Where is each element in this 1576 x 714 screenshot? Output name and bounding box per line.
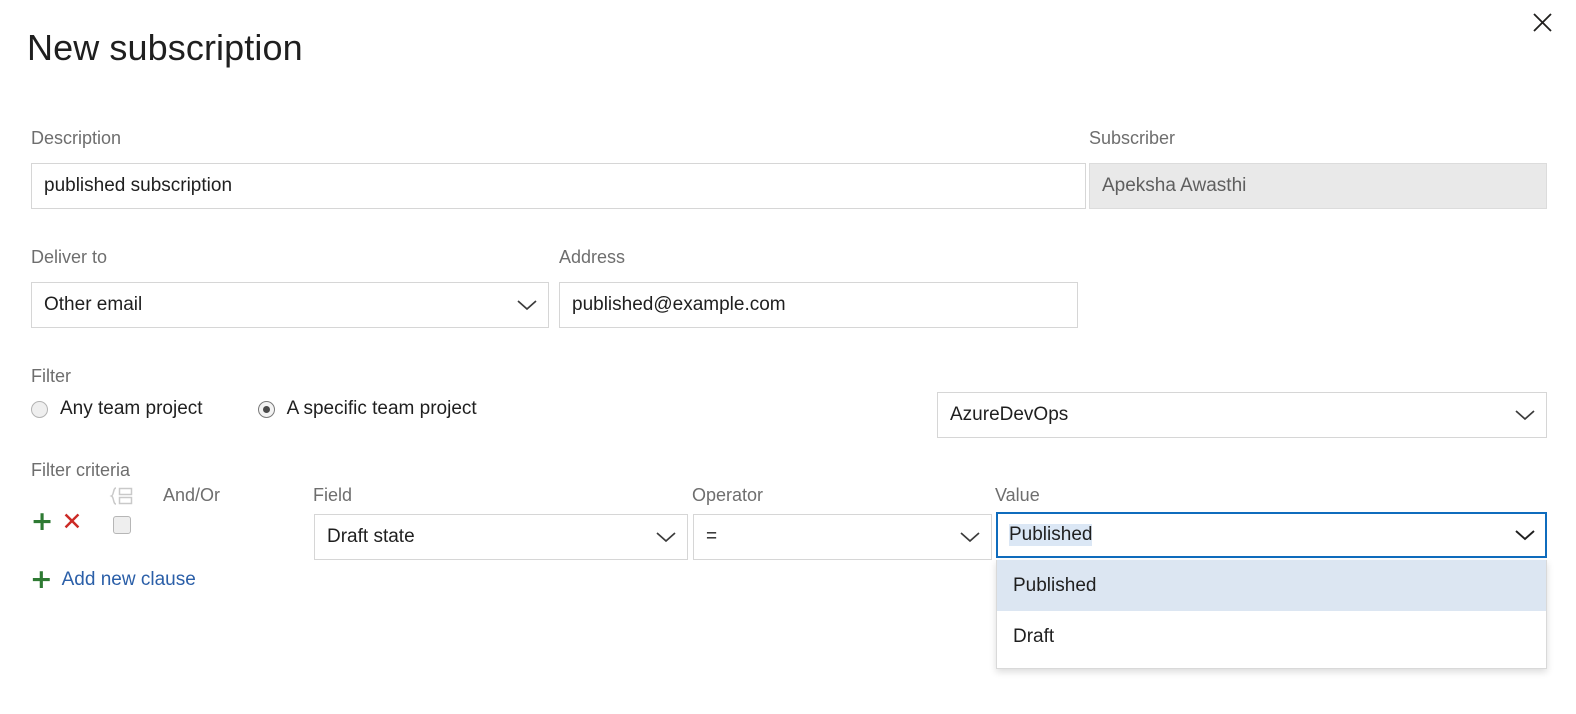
value-dropdown-list: Published Draft	[996, 560, 1547, 669]
subscriber-input: Apeksha Awasthi	[1089, 163, 1547, 209]
value-option-draft[interactable]: Draft	[997, 611, 1546, 662]
add-new-clause-label: Add new clause	[62, 569, 196, 591]
chevron-down-icon	[959, 530, 981, 544]
delete-x-icon: ✕	[62, 509, 83, 534]
radio-unchecked-icon	[31, 401, 48, 418]
address-input[interactable]: published@example.com	[559, 282, 1078, 328]
team-project-value: AzureDevOps	[950, 404, 1068, 426]
filter-label: Filter	[31, 365, 71, 387]
filter-scope-radio-group: Any team project A specific team project	[31, 398, 477, 420]
field-select[interactable]: Draft state	[314, 514, 688, 560]
page-title: New subscription	[27, 28, 303, 68]
description-label: Description	[31, 127, 121, 149]
radio-specific-team-project[interactable]: A specific team project	[258, 398, 477, 420]
chevron-down-icon	[1514, 528, 1536, 542]
deliver-to-select[interactable]: Other email	[31, 282, 549, 328]
deliver-to-value: Other email	[44, 294, 142, 316]
team-project-select[interactable]: AzureDevOps	[937, 392, 1547, 438]
description-input[interactable]: published subscription	[31, 163, 1086, 209]
column-header-field: Field	[313, 485, 352, 506]
value-select-value: Published	[1009, 524, 1092, 546]
radio-any-team-project-label: Any team project	[60, 398, 203, 420]
column-header-operator: Operator	[692, 485, 763, 506]
column-header-value: Value	[995, 485, 1040, 506]
group-clauses-icon[interactable]	[108, 486, 134, 511]
radio-checked-icon	[258, 401, 275, 418]
chevron-down-icon	[1514, 408, 1536, 422]
clause-select-checkbox[interactable]	[113, 516, 131, 534]
value-option-published[interactable]: Published	[997, 560, 1546, 611]
operator-select[interactable]: =	[693, 514, 992, 560]
chevron-down-icon	[516, 298, 538, 312]
filter-criteria-label: Filter criteria	[31, 459, 130, 481]
radio-specific-team-project-label: A specific team project	[287, 398, 477, 420]
chevron-down-icon	[655, 530, 677, 544]
close-dialog-button[interactable]	[1524, 4, 1560, 40]
operator-select-value: =	[706, 526, 717, 548]
plus-icon: +	[31, 508, 54, 535]
subscriber-label: Subscriber	[1089, 127, 1175, 149]
close-icon	[1532, 12, 1553, 33]
remove-clause-row-button[interactable]: ✕	[60, 508, 84, 534]
radio-any-team-project[interactable]: Any team project	[31, 398, 203, 420]
deliver-to-label: Deliver to	[31, 246, 107, 268]
address-label: Address	[559, 246, 625, 268]
column-header-and-or: And/Or	[163, 485, 220, 506]
add-new-clause-link[interactable]: + Add new clause	[30, 566, 196, 593]
plus-icon: +	[30, 566, 53, 593]
field-select-value: Draft state	[327, 526, 415, 548]
add-clause-row-button[interactable]: +	[30, 508, 54, 534]
value-select[interactable]: Published	[996, 512, 1547, 558]
